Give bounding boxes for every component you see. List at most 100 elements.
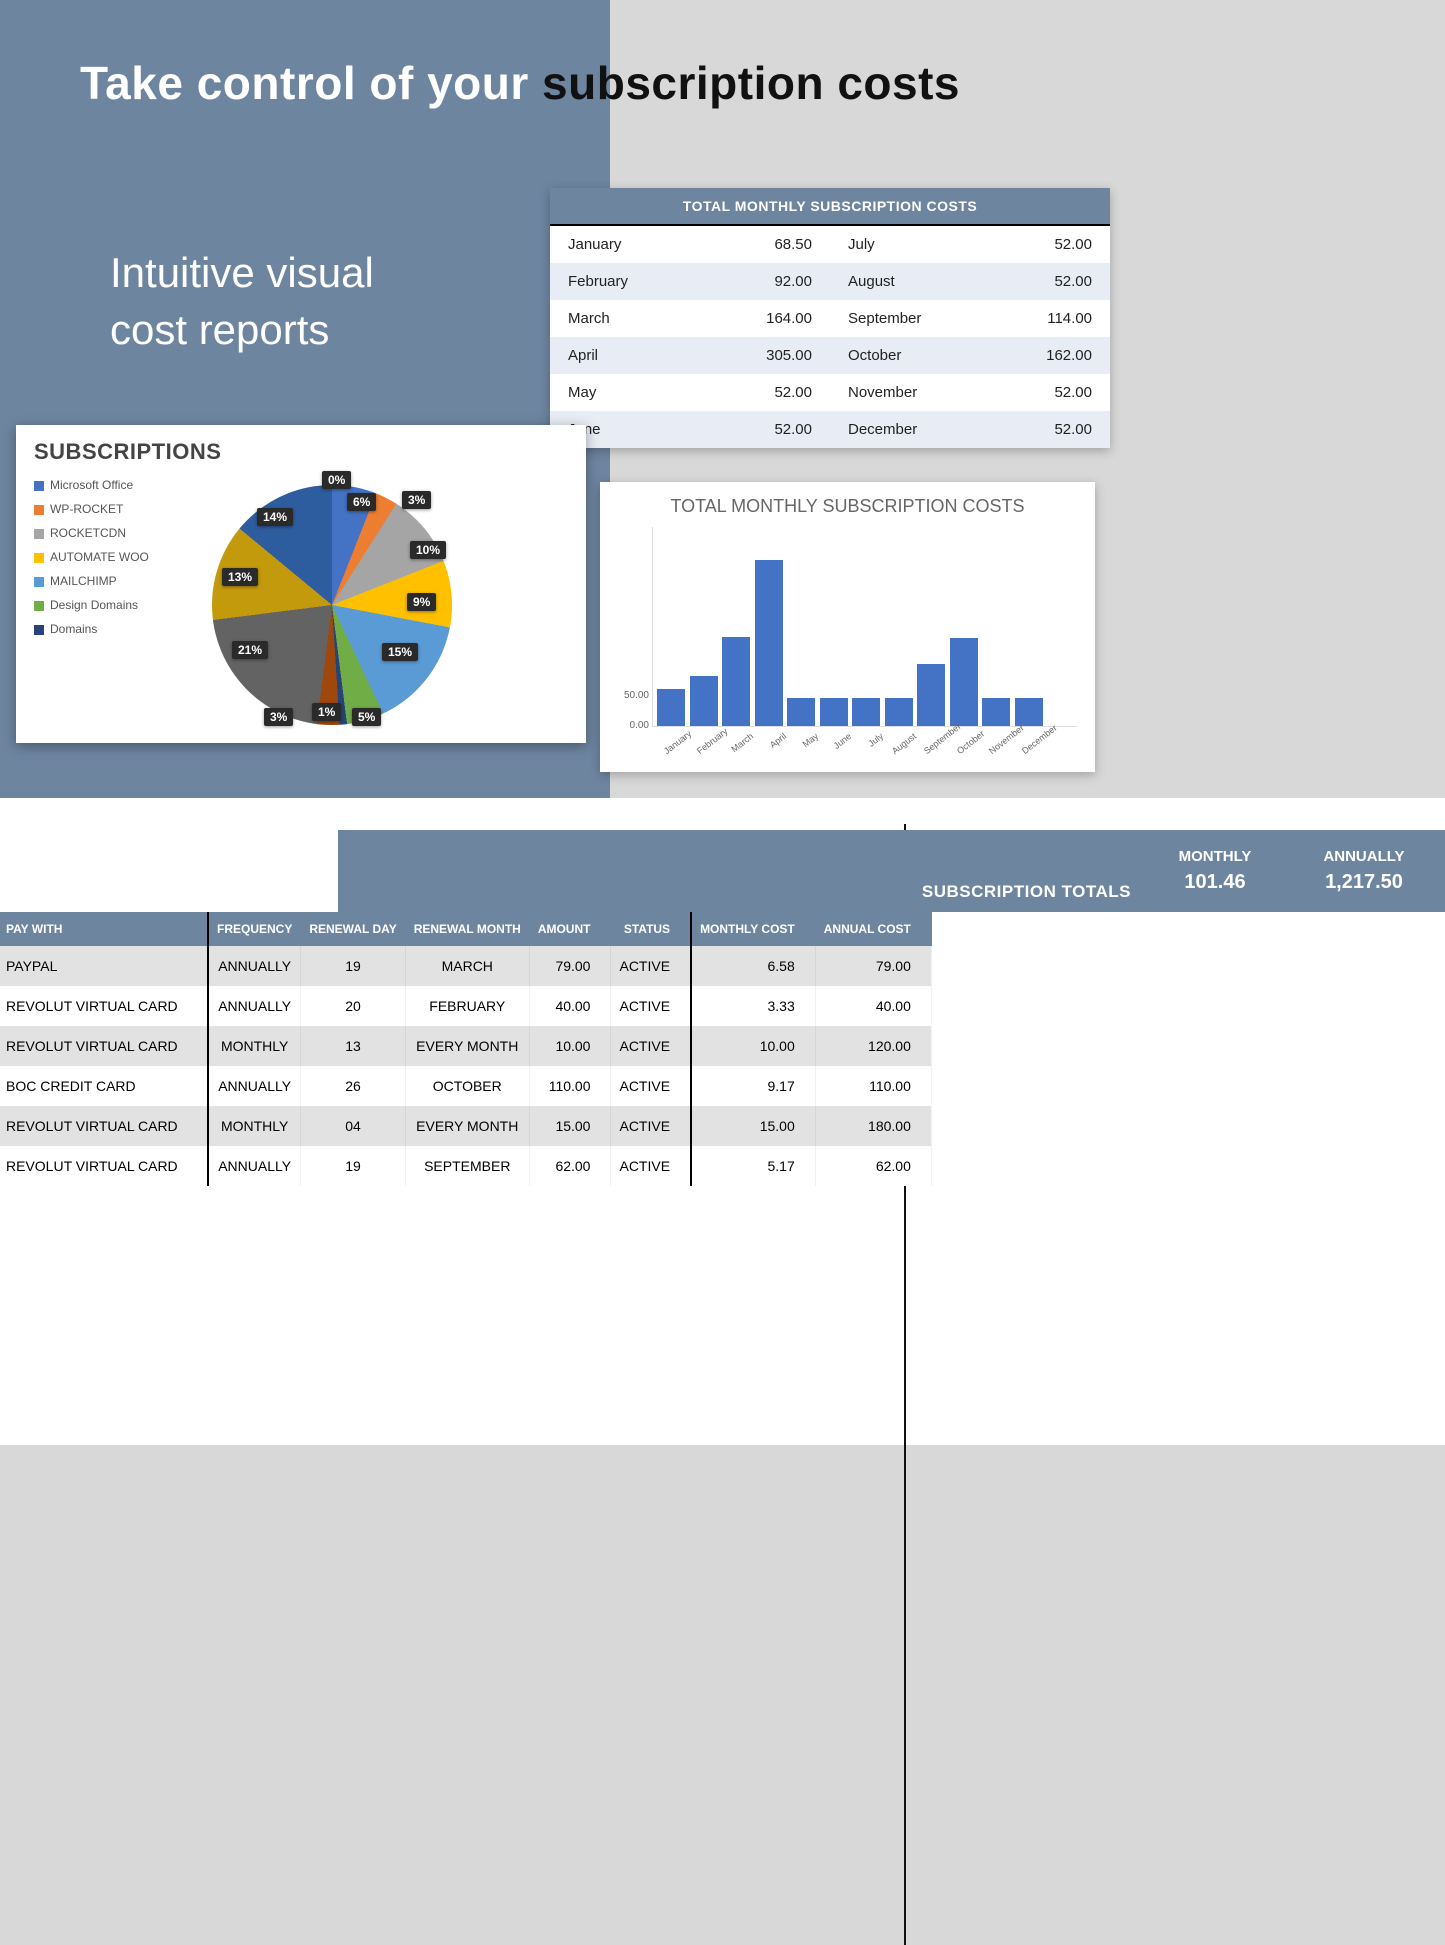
table-cell: ACTIVE [611,986,691,1026]
table-cell: EVERY MONTH [405,1026,529,1066]
month-row: June52.00 [550,411,830,448]
month-row: February92.00 [550,263,830,300]
table-cell: 120.00 [815,1026,931,1066]
table-cell: 79.00 [815,946,931,986]
column-header: AMOUNT [529,912,611,946]
table-cell: PAYPAL [0,946,208,986]
bar [820,698,848,726]
pie-slice-label: 1% [312,703,341,721]
legend-item: ROCKETCDN [34,521,174,545]
pie-chart: 0%6%3%10%9%15%5%1%3%21%13%14% [192,473,462,743]
table-cell: 9.17 [691,1066,815,1106]
subscription-grid-area: SUBSCRIPTION TOTALS MONTHLY 101.46 ANNUA… [0,798,1445,1445]
legend-item: Microsoft Office [34,473,174,497]
column-header: ANNUAL COST [815,912,931,946]
x-tick-label: December [1019,731,1047,756]
table-cell: 40.00 [529,986,611,1026]
bar [722,637,750,726]
bar-chart: 0.00 50.00 [652,527,1077,727]
pie-legend: Microsoft OfficeWP-ROCKETROCKETCDNAUTOMA… [34,473,174,743]
annual-value: 1,217.50 [1299,871,1429,894]
pie-slice-label: 9% [407,593,436,611]
table-cell: REVOLUT VIRTUAL CARD [0,1026,208,1066]
pie-slice-label: 0% [322,471,351,489]
table-cell: ANNUALLY [208,986,301,1026]
table-cell: 40.00 [815,986,931,1026]
x-tick-label: July [857,731,885,756]
subcopy-line: cost reports [110,302,374,359]
column-header: MONTHLY COST [691,912,815,946]
month-row: September114.00 [830,300,1110,337]
table-cell: 79.00 [529,946,611,986]
table-cell: MONTHLY [208,1026,301,1066]
x-tick-label: September [922,731,950,756]
table-cell: ACTIVE [611,1106,691,1146]
y-tick: 0.00 [615,720,649,731]
table-cell: 10.00 [529,1026,611,1066]
table-cell: ACTIVE [611,1026,691,1066]
legend-item: MAILCHIMP [34,569,174,593]
bar [950,638,978,726]
month-row: July52.00 [830,226,1110,263]
pie-slice-label: 15% [382,643,418,661]
monthly-value: 101.46 [1155,871,1275,894]
table-cell: 10.00 [691,1026,815,1066]
month-row: August52.00 [830,263,1110,300]
monthly-bar-card: TOTAL MONTHLY SUBSCRIPTION COSTS 0.00 50… [600,482,1095,772]
table-cell: MARCH [405,946,529,986]
month-row: November52.00 [830,374,1110,411]
y-tick: 50.00 [615,690,649,701]
subscription-table: PAY WITHFREQUENCYRENEWAL DAYRENEWAL MONT… [0,912,932,1186]
subcopy-line: Intuitive visual [110,245,374,302]
x-tick-label: May [792,731,820,756]
month-row: January68.50 [550,226,830,263]
x-tick-label: June [824,731,852,756]
table-cell: ACTIVE [611,946,691,986]
table-cell: OCTOBER [405,1066,529,1106]
pie-slice-label: 14% [257,508,293,526]
table-cell: SEPTEMBER [405,1146,529,1186]
table-cell: 26 [301,1066,405,1106]
table-cell: ACTIVE [611,1066,691,1106]
x-tick-label: October [954,731,982,756]
monthly-costs-title: TOTAL MONTHLY SUBSCRIPTION COSTS [550,188,1110,226]
table-row: REVOLUT VIRTUAL CARDMONTHLY13EVERY MONTH… [0,1026,931,1066]
table-cell: 15.00 [529,1106,611,1146]
bar [690,676,718,726]
bar [852,698,880,726]
table-cell: 110.00 [529,1066,611,1106]
table-cell: 62.00 [529,1146,611,1186]
table-row: REVOLUT VIRTUAL CARDANNUALLY20FEBRUARY40… [0,986,931,1026]
table-cell: REVOLUT VIRTUAL CARD [0,986,208,1026]
pie-slice-label: 3% [264,708,293,726]
hero-subcopy: Intuitive visual cost reports [110,245,374,358]
x-tick-label: April [759,731,787,756]
table-cell: 04 [301,1106,405,1146]
pie-slice-label: 10% [410,541,446,559]
month-row: December52.00 [830,411,1110,448]
table-cell: MONTHLY [208,1106,301,1146]
bar [755,560,783,726]
table-cell: EVERY MONTH [405,1106,529,1146]
subscriptions-pie-card: SUBSCRIPTIONS Microsoft OfficeWP-ROCKETR… [16,425,586,743]
pie-slice-label: 13% [222,568,258,586]
month-row: March164.00 [550,300,830,337]
table-cell: 19 [301,946,405,986]
bar-title: TOTAL MONTHLY SUBSCRIPTION COSTS [614,496,1081,517]
x-tick-label: November [987,731,1015,756]
table-cell: 15.00 [691,1106,815,1146]
monthly-heading: MONTHLY [1155,848,1275,865]
totals-strip: SUBSCRIPTION TOTALS MONTHLY 101.46 ANNUA… [338,830,1445,912]
legend-item: Design Domains [34,593,174,617]
column-header: FREQUENCY [208,912,301,946]
table-cell: ANNUALLY [208,946,301,986]
table-row: REVOLUT VIRTUAL CARDANNUALLY19SEPTEMBER6… [0,1146,931,1186]
bar [917,664,945,726]
hero-title: Take control of your subscription costs [80,56,960,110]
table-cell: REVOLUT VIRTUAL CARD [0,1146,208,1186]
annual-heading: ANNUALLY [1299,848,1429,865]
table-cell: 62.00 [815,1146,931,1186]
hero-title-dark: subscription costs [542,57,960,109]
legend-item: AUTOMATE WOO [34,545,174,569]
column-header: RENEWAL DAY [301,912,405,946]
